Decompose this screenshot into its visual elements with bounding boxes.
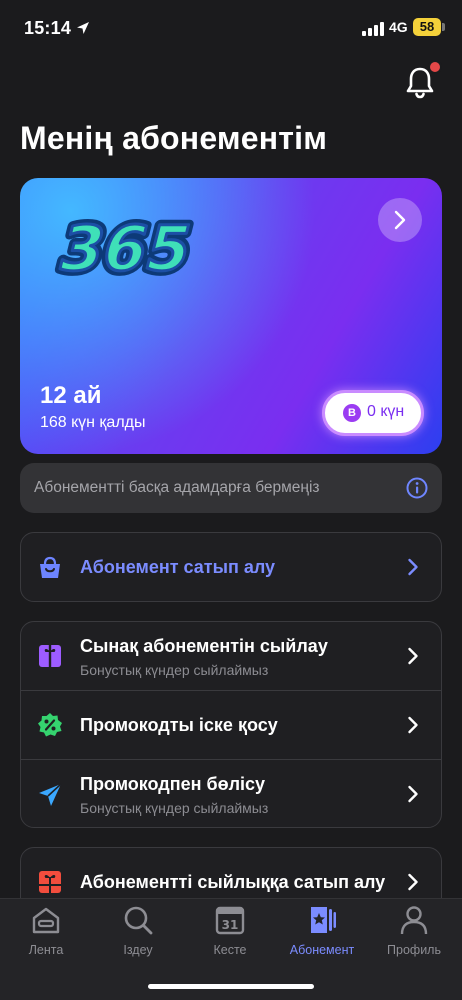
- gift-box-icon: [39, 871, 61, 893]
- activate-promo-title: Промокодты іске қосу: [80, 715, 278, 735]
- subscription-card-icon: [311, 907, 336, 933]
- chevron-right-icon: [408, 716, 418, 734]
- info-icon[interactable]: [406, 477, 428, 499]
- svg-text:365: 365: [52, 213, 198, 285]
- home-icon: [32, 907, 60, 934]
- network-type: 4G: [389, 19, 408, 35]
- promo-group: Сынақ абонементін сыйлау Бонустық күндер…: [20, 621, 442, 828]
- notice-text: Абонементті басқа адамдарға бермеңіз: [34, 479, 320, 496]
- chevron-right-icon: [408, 873, 418, 891]
- gift-trial-item[interactable]: Сынақ абонементін сыйлау Бонустық күндер…: [21, 622, 441, 690]
- share-promo-subtitle: Бонустық күндер сыйлаймыз: [80, 800, 269, 816]
- buy-subscription-item[interactable]: Абонемент сатып алу: [21, 533, 441, 601]
- chevron-right-icon: [408, 785, 418, 803]
- user-icon: [400, 906, 428, 935]
- page-title: Менің абонементім: [20, 120, 328, 156]
- notification-dot: [428, 60, 442, 74]
- tab-schedule[interactable]: 31 Кесте: [184, 905, 276, 965]
- chevron-right-icon: [408, 558, 418, 576]
- warning-notice: Абонементті басқа адамдарға бермеңіз: [20, 463, 442, 513]
- tab-profile-label: Профиль: [387, 943, 441, 957]
- calendar-day: 31: [222, 918, 239, 932]
- status-bar: 15:14 4G 58: [0, 0, 462, 56]
- tab-schedule-label: Кесте: [213, 943, 247, 957]
- home-indicator: [148, 984, 314, 989]
- buy-group: Абонемент сатып алу: [20, 532, 442, 602]
- 365-logo: 365 365: [47, 208, 198, 290]
- gift-trial-title: Сынақ абонементін сыйлау: [80, 636, 328, 656]
- tab-subscription-label: Абонемент: [289, 943, 355, 957]
- share-promo-item[interactable]: Промокодпен бөлісу Бонустық күндер сыйла…: [21, 760, 441, 827]
- chevron-right-icon: [408, 647, 418, 665]
- bonus-days-pill[interactable]: B 0 күн: [322, 390, 424, 436]
- gift-icon: [39, 645, 61, 667]
- subscription-period: 12 ай: [40, 382, 102, 409]
- battery-cap: [442, 23, 445, 31]
- shopping-bag-icon: [40, 556, 60, 578]
- calendar-icon: 31: [215, 906, 245, 935]
- tab-profile[interactable]: Профиль: [368, 905, 460, 965]
- tab-feed[interactable]: Лента: [0, 905, 92, 965]
- chevron-right-icon: [394, 210, 406, 230]
- battery-level: 58: [413, 18, 441, 36]
- status-time: 15:14: [24, 18, 72, 38]
- tab-subscription[interactable]: Абонемент: [276, 905, 368, 965]
- share-promo-title: Промокодпен бөлісу: [80, 774, 266, 794]
- location-arrow-icon: [77, 22, 89, 34]
- discount-badge-icon: [38, 713, 62, 737]
- card-open-button[interactable]: [378, 198, 422, 242]
- cellular-signal-icon: [362, 22, 384, 36]
- gift-trial-subtitle: Бонустық күндер сыйлаймыз: [80, 662, 269, 678]
- search-icon: [124, 906, 153, 935]
- tab-feed-label: Лента: [28, 943, 64, 957]
- tab-search[interactable]: Іздеу: [92, 905, 184, 965]
- buy-gift-title: Абонементті сыйлыққа сатып алу: [80, 872, 386, 892]
- bonus-days-value: 0 күн: [367, 403, 405, 420]
- activate-promo-item[interactable]: Промокодты іске қосу: [21, 691, 441, 759]
- send-arrow-icon: [39, 783, 62, 806]
- tab-search-label: Іздеу: [123, 943, 153, 957]
- bonus-coin-icon: B: [343, 404, 361, 422]
- subscription-card[interactable]: 365 365 12 ай 168 күн қалды B 0 күн: [20, 178, 442, 454]
- buy-subscription-label: Абонемент сатып алу: [80, 557, 276, 577]
- days-left: 168 күн қалды: [40, 414, 146, 431]
